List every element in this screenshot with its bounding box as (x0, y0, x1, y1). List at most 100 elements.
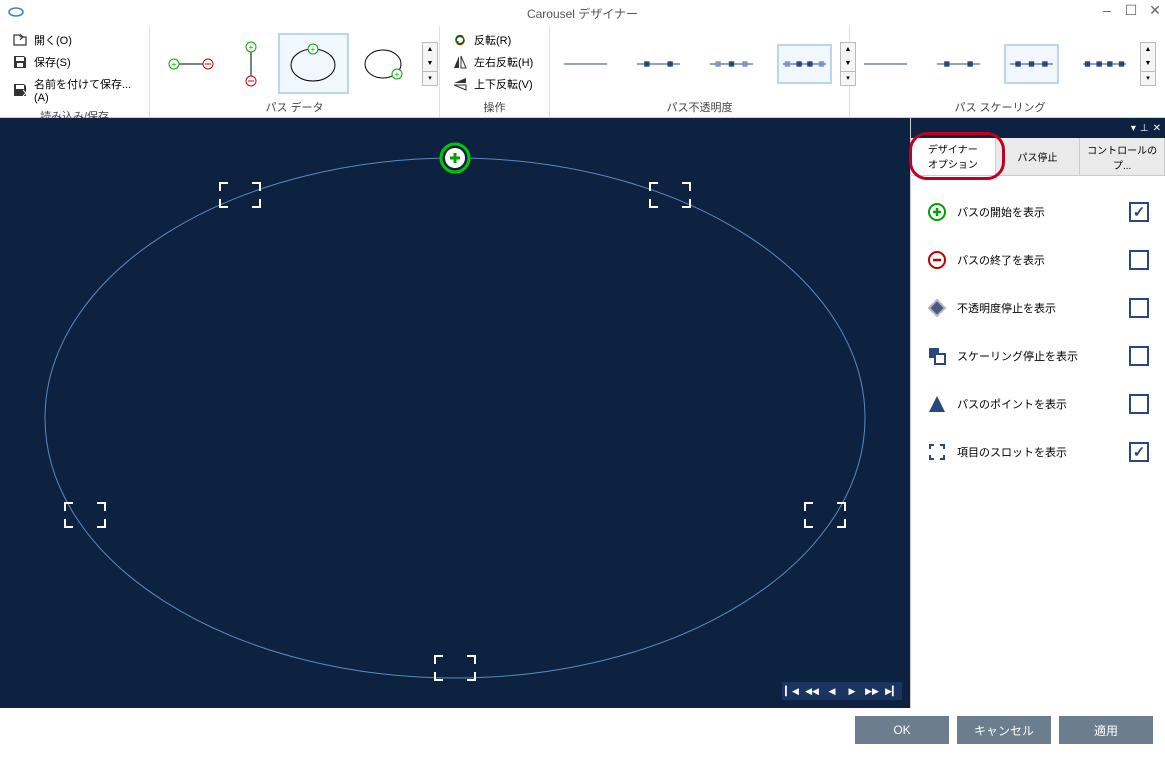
nav-prev-button[interactable]: ◀ (822, 682, 842, 700)
opacity-pattern-2[interactable] (631, 44, 686, 84)
option-label: パスの終了を表示 (957, 252, 1045, 268)
path-group-label: パス データ (158, 97, 431, 115)
scaling-pattern-1[interactable] (858, 44, 913, 84)
opacity-pattern-1[interactable] (558, 44, 613, 84)
opacity-pattern-3[interactable] (704, 44, 759, 84)
minimize-button[interactable]: – (1101, 4, 1113, 16)
checkbox-show-opacity-stops[interactable] (1129, 298, 1149, 318)
path-spinner-down[interactable]: ▼ (423, 57, 437, 71)
path-ellipse-end-button[interactable]: + (353, 36, 414, 92)
panel-close-icon[interactable]: ✕ (1153, 123, 1161, 134)
panel-dropdown-icon[interactable]: ▾ (1131, 123, 1136, 134)
minus-circle-icon (927, 250, 947, 270)
rotate-button[interactable]: 反転(R) (448, 30, 541, 50)
apply-button[interactable]: 適用 (1059, 716, 1153, 744)
option-show-scaling-stops: スケーリング停止を表示 (919, 332, 1157, 380)
save-as-button[interactable]: 名前を付けて保存...(A) (8, 74, 141, 106)
flip-h-icon (452, 54, 468, 70)
ops-group-label: 操作 (448, 97, 541, 115)
flip-v-button[interactable]: 上下反転(V) (448, 74, 541, 94)
save-as-label: 名前を付けて保存...(A) (34, 76, 137, 104)
maximize-button[interactable]: ☐ (1125, 4, 1137, 16)
tab-path-stops[interactable]: パス停止 (996, 138, 1081, 175)
triangle-icon (927, 394, 947, 414)
option-label: スケーリング停止を表示 (957, 348, 1078, 364)
ribbon-path-group: + + + + ▲ ▼ ▾ パス データ (150, 26, 440, 117)
open-icon (12, 32, 28, 48)
ribbon-file-group: 開く(O) 保存(S) 名前を付けて保存...(A) 読み込み/保存 (0, 26, 150, 117)
path-spinner: ▲ ▼ ▾ (422, 42, 438, 86)
titlebar: Carousel デザイナー – ☐ ✕ (0, 0, 1165, 26)
tab-control-props[interactable]: コントロールのプ... (1080, 138, 1165, 175)
scale-icon (927, 346, 947, 366)
svg-text:+: + (249, 43, 254, 52)
side-panel: ▾ ⊥ ✕ デザイナー オプション パス停止 コントロールのプ... パスの開始… (910, 118, 1165, 708)
cancel-button[interactable]: キャンセル (957, 716, 1051, 744)
option-label: パスの開始を表示 (957, 204, 1045, 220)
scaling-pattern-2[interactable] (931, 44, 986, 84)
footer: OK キャンセル 適用 (0, 708, 1165, 752)
save-button[interactable]: 保存(S) (8, 52, 141, 72)
diamond-icon (927, 298, 947, 318)
open-button[interactable]: 開く(O) (8, 30, 141, 50)
rotate-icon (452, 32, 468, 48)
side-panel-header: ▾ ⊥ ✕ (911, 118, 1165, 138)
plus-circle-icon (927, 202, 947, 222)
canvas[interactable]: ▎◀ ◀◀ ◀ ▶ ▶▶ ▶▎ (0, 118, 910, 708)
tab-designer-options[interactable]: デザイナー オプション (911, 138, 996, 175)
path-vertical-button[interactable]: + (228, 31, 274, 97)
main-area: ▎◀ ◀◀ ◀ ▶ ▶▶ ▶▎ ▾ ⊥ ✕ デザイナー オプション パス停止 コ… (0, 118, 1165, 708)
flip-h-label: 左右反転(H) (474, 54, 533, 70)
option-label: パスのポイントを表示 (957, 396, 1067, 412)
ribbon: 開く(O) 保存(S) 名前を付けて保存...(A) 読み込み/保存 + + + (0, 26, 1165, 118)
scaling-group-label: パス スケーリング (858, 97, 1142, 115)
svg-text:+: + (172, 60, 177, 69)
app-icon (8, 4, 24, 20)
bracket-icon (927, 442, 947, 462)
option-show-opacity-stops: 不透明度停止を表示 (919, 284, 1157, 332)
option-show-path-end: パスの終了を表示 (919, 236, 1157, 284)
save-label: 保存(S) (34, 54, 71, 70)
scaling-pattern-3[interactable] (1004, 44, 1059, 84)
window-title: Carousel デザイナー (527, 5, 638, 22)
path-spinner-up[interactable]: ▲ (423, 43, 437, 57)
ribbon-opacity-group: ▲ ▼ ▾ パス不透明度 (550, 26, 850, 117)
panel-pin-icon[interactable]: ⊥ (1140, 123, 1149, 134)
option-show-path-points: パスのポイントを表示 (919, 380, 1157, 428)
options-list: パスの開始を表示 パスの終了を表示 不透明度停止を表示 (911, 176, 1165, 488)
flip-h-button[interactable]: 左右反転(H) (448, 52, 541, 72)
path-spinner-dropdown[interactable]: ▾ (423, 71, 437, 85)
scaling-spinner-up[interactable]: ▲ (1141, 43, 1155, 57)
opacity-group-label: パス不透明度 (558, 97, 841, 115)
ribbon-ops-group: 反転(R) 左右反転(H) 上下反転(V) 操作 (440, 26, 550, 117)
scaling-spinner-down[interactable]: ▼ (1141, 57, 1155, 71)
svg-text:+: + (395, 70, 400, 79)
checkbox-show-item-slots[interactable] (1129, 442, 1149, 462)
checkbox-show-scaling-stops[interactable] (1129, 346, 1149, 366)
rotate-label: 反転(R) (474, 32, 511, 48)
ribbon-scaling-group: ▲ ▼ ▾ パス スケーリング (850, 26, 1150, 117)
scaling-spinner-dropdown[interactable]: ▾ (1141, 71, 1155, 85)
open-label: 開く(O) (34, 32, 72, 48)
option-show-item-slots: 項目のスロットを表示 (919, 428, 1157, 476)
window-controls: – ☐ ✕ (1101, 4, 1161, 16)
nav-next-button[interactable]: ▶ (842, 682, 862, 700)
option-label: 不透明度停止を表示 (957, 300, 1056, 316)
nav-rewind-button[interactable]: ◀◀ (802, 682, 822, 700)
save-icon (12, 54, 28, 70)
checkbox-show-path-end[interactable] (1129, 250, 1149, 270)
design-canvas[interactable] (0, 118, 910, 708)
option-label: 項目のスロットを表示 (957, 444, 1067, 460)
close-button[interactable]: ✕ (1149, 4, 1161, 16)
nav-forward-button[interactable]: ▶▶ (862, 682, 882, 700)
nav-first-button[interactable]: ▎◀ (782, 682, 802, 700)
checkbox-show-path-start[interactable] (1129, 202, 1149, 222)
option-show-path-start: パスの開始を表示 (919, 188, 1157, 236)
ok-button[interactable]: OK (855, 716, 949, 744)
path-line-button[interactable]: + (158, 41, 224, 87)
nav-last-button[interactable]: ▶▎ (882, 682, 902, 700)
path-ellipse-button[interactable]: + (278, 33, 349, 94)
opacity-pattern-4[interactable] (777, 44, 832, 84)
scaling-pattern-4[interactable] (1077, 44, 1132, 84)
checkbox-show-path-points[interactable] (1129, 394, 1149, 414)
